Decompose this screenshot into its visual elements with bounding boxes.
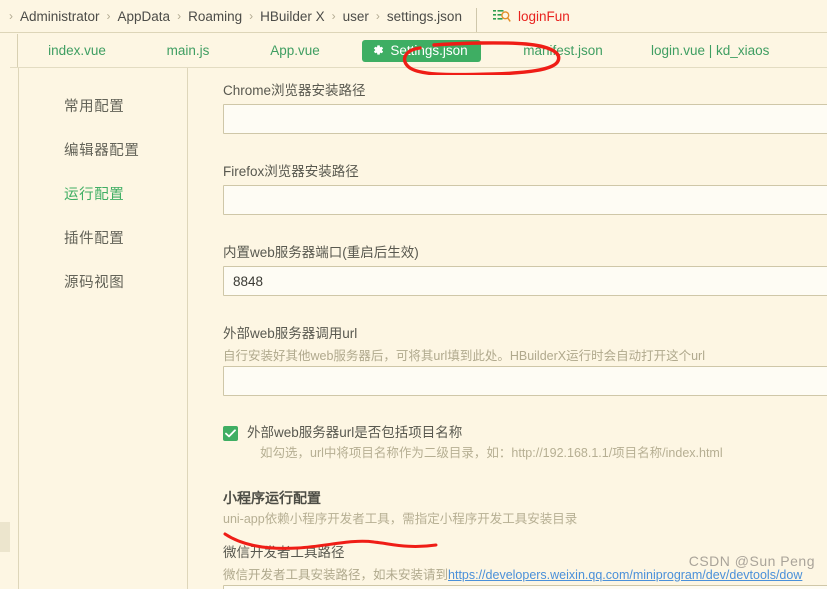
breadcrumb-separator: ›: [331, 9, 336, 23]
field-chrome-path: Chrome浏览器安装路径: [223, 80, 827, 134]
breadcrumb-separator: ›: [106, 9, 111, 23]
search-list-icon: [492, 9, 511, 23]
section-subtitle: uni-app依赖小程序开发者工具，需指定小程序开发工具安装目录: [223, 512, 578, 526]
sidebar-item-run-config[interactable]: 运行配置: [19, 171, 187, 215]
checkbox-text-group: 外部web服务器url是否包括项目名称 如勾选，url中将项目名称作为二级目录，…: [247, 423, 723, 463]
field-label: 内置web服务器端口(重启后生效): [223, 245, 419, 260]
tab-label: App.vue: [270, 43, 320, 58]
field-firefox-path: Firefox浏览器安装路径: [223, 161, 827, 215]
external-web-url-input[interactable]: [223, 366, 827, 396]
breadcrumb-item-user[interactable]: user: [343, 9, 369, 24]
field-label: Firefox浏览器安装路径: [223, 164, 359, 179]
breadcrumb-item-hbuilderx[interactable]: HBuilder X: [260, 9, 325, 24]
breadcrumb-bar: › Administrator › AppData › Roaming › HB…: [0, 0, 827, 33]
tab-manifest-json[interactable]: manifest.json: [493, 34, 633, 67]
field-web-server-port: 内置web服务器端口(重启后生效): [223, 242, 827, 296]
check-icon: [225, 429, 236, 438]
sidebar-item-plugin-config[interactable]: 插件配置: [19, 215, 187, 259]
window-scrollbar-thumb[interactable]: [0, 522, 10, 552]
tab-settings-json-chip: Settings.json: [362, 39, 481, 62]
breadcrumb-item-appdata[interactable]: AppData: [118, 9, 171, 24]
checkbox-row-include-project-name[interactable]: 外部web服务器url是否包括项目名称 如勾选，url中将项目名称作为二级目录，…: [223, 423, 827, 463]
outline-item-label: loginFun: [517, 8, 570, 24]
sidebar-item-label: 常用配置: [64, 98, 125, 115]
weixin-devtools-download-link[interactable]: https://developers.weixin.qq.com/minipro…: [448, 568, 802, 582]
hbuilderx-settings-window: › Administrator › AppData › Roaming › HB…: [0, 0, 827, 589]
sidebar-item-label: 源码视图: [64, 274, 125, 291]
sidebar-item-source-view[interactable]: 源码视图: [19, 259, 187, 303]
tab-label: Settings.json: [390, 42, 468, 58]
chrome-path-input[interactable]: [223, 104, 827, 134]
tab-main-js[interactable]: main.js: [136, 34, 240, 67]
field-external-web-url: 外部web服务器调用url 自行安装好其他web服务器后，可将其url填到此处。…: [223, 323, 827, 396]
breadcrumb-separator: ›: [375, 9, 380, 23]
sidebar-item-common-config[interactable]: 常用配置: [19, 83, 187, 127]
tab-index-vue[interactable]: index.vue: [18, 34, 136, 67]
checkbox-hint: 如勾选，url中将项目名称作为二级目录，如：http://192.168.1.1…: [260, 446, 723, 460]
tab-label: index.vue: [48, 43, 106, 58]
field-label: 外部web服务器调用url: [223, 326, 358, 341]
tab-login-vue[interactable]: login.vue | kd_xiaos: [633, 34, 787, 67]
field-hint-prefix: 微信开发者工具安装路径，如未安装请到: [223, 568, 449, 582]
sidebar-item-editor-config[interactable]: 编辑器配置: [19, 127, 187, 171]
outline-item-loginfun[interactable]: loginFun: [492, 0, 576, 33]
window-scrollbar-track[interactable]: [0, 34, 10, 589]
tab-label: main.js: [166, 43, 210, 58]
section-title: 小程序运行配置: [223, 490, 321, 506]
checkbox-include-project-name[interactable]: [223, 426, 238, 441]
tab-app-vue[interactable]: App.vue: [240, 34, 350, 67]
sidebar-item-label: 编辑器配置: [64, 142, 140, 159]
firefox-path-input[interactable]: [223, 185, 827, 215]
web-server-port-input[interactable]: [223, 266, 827, 296]
tab-settings-json[interactable]: Settings.json: [350, 34, 493, 67]
tab-label: manifest.json: [523, 43, 603, 58]
weixin-devtools-path-input[interactable]: [223, 585, 827, 589]
tab-label: login.vue | kd_xiaos: [651, 43, 770, 58]
breadcrumb-separator-leading: ›: [9, 9, 13, 23]
breadcrumb: › Administrator › AppData › Roaming › HB…: [0, 0, 462, 33]
sidebar-item-label: 插件配置: [64, 230, 125, 247]
field-hint: 自行安装好其他web服务器后，可将其url填到此处。HBuilderX运行时会自…: [223, 349, 705, 363]
checkbox-label: 外部web服务器url是否包括项目名称: [247, 425, 463, 440]
watermark: CSDN @Sun Peng: [688, 553, 815, 569]
section-miniprogram-run-config: 小程序运行配置 uni-app依赖小程序开发者工具，需指定小程序开发工具安装目录: [223, 487, 827, 529]
editor-tab-bar: index.vue main.js App.vue Settings.json: [0, 34, 827, 68]
breadcrumb-item-roaming[interactable]: Roaming: [188, 9, 242, 24]
breadcrumb-item-settings-json[interactable]: settings.json: [387, 9, 462, 24]
settings-sidebar: 常用配置 编辑器配置 运行配置 插件配置 源码视图: [19, 68, 188, 589]
tab-list: index.vue main.js App.vue Settings.json: [18, 34, 827, 67]
settings-panel: Chrome浏览器安装路径 Firefox浏览器安装路径 内置web服务器端口(…: [189, 68, 827, 589]
gear-icon: [372, 44, 384, 56]
breadcrumb-divider: [475, 8, 477, 32]
breadcrumb-separator: ›: [249, 9, 254, 23]
sidebar-item-label: 运行配置: [64, 186, 125, 203]
breadcrumb-separator: ›: [177, 9, 182, 23]
breadcrumb-item-administrator[interactable]: Administrator: [20, 9, 100, 24]
field-label: Chrome浏览器安装路径: [223, 83, 366, 98]
